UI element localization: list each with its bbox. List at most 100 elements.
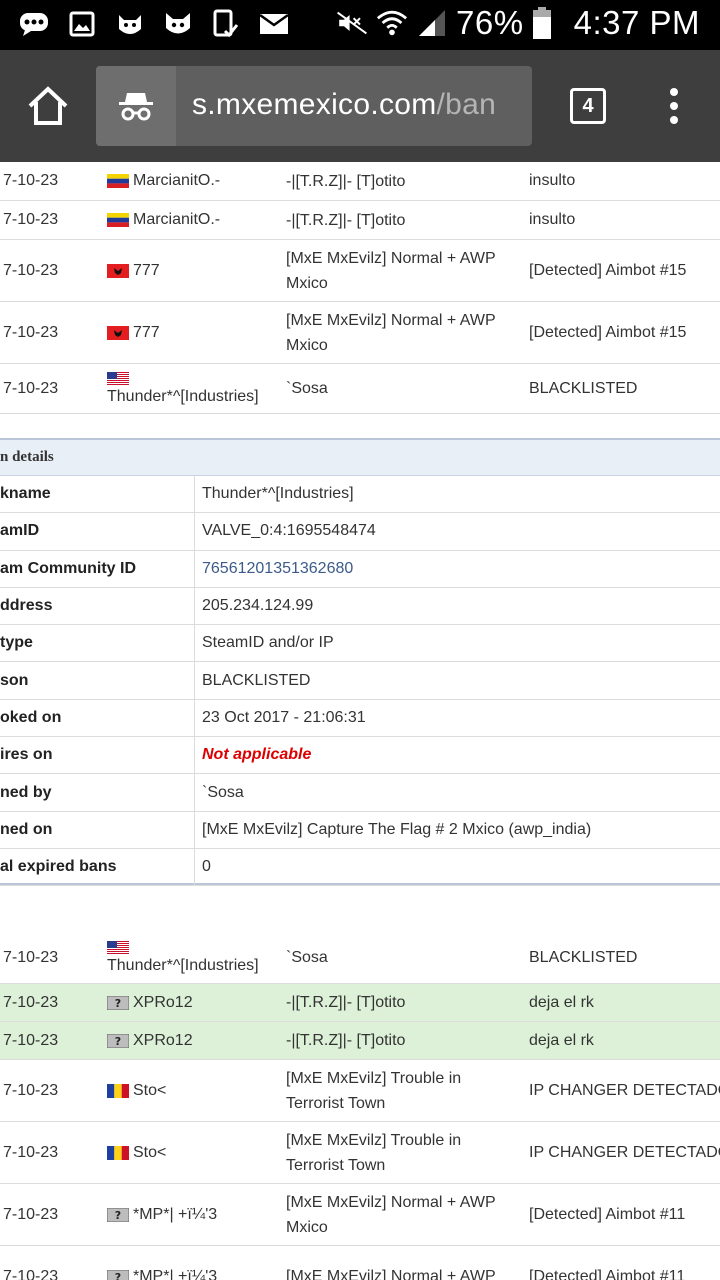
image-icon (66, 8, 98, 40)
player-cell[interactable]: Sto< (107, 1122, 166, 1183)
admin-server: [MxE MxEvilz] Normal + AWP Mxico (286, 249, 496, 292)
page-content: 7-10-23 MarcianitO.- -|[T.R.Z]|- [T]otito i… (0, 162, 720, 1280)
address-bar[interactable]: s.mxemexico.com/ban (96, 66, 532, 146)
admin-server: [MxE MxEvilz] Normal + AWP Mxico (286, 1193, 496, 1236)
cat-face-icon (114, 8, 146, 40)
home-icon (28, 86, 68, 125)
details-label: am Community ID (0, 550, 195, 587)
player-cell[interactable]: Sto< (107, 1060, 166, 1121)
details-value: Thunder*^[Industries] (202, 485, 354, 503)
ban-reason: [Detected] Aimbot #11 (529, 1205, 686, 1223)
cat-face-icon-2 (162, 8, 194, 40)
more-vert-icon (670, 88, 678, 96)
tablet-check-icon (210, 8, 242, 40)
venezuela-flag-icon (107, 174, 129, 188)
player-cell[interactable]: ? XPRo12 (107, 984, 193, 1021)
player-cell[interactable]: MarcianitO.- (107, 201, 220, 239)
ban-reason: deja el rk (529, 1031, 594, 1049)
table-row[interactable]: 7-10-23 MarcianitO.- -|[T.R.Z]|- [T]otito i… (0, 201, 720, 240)
player-cell[interactable]: Thunder*^[Industries] (107, 364, 259, 413)
home-button[interactable] (26, 84, 70, 128)
ban-date: 7-10-23 (3, 261, 59, 279)
table-row[interactable]: 7-10-23? *MP*| +ï¼'3 [MxE MxEvilz] Normal … (0, 1246, 720, 1280)
details-label: ned by (0, 774, 195, 811)
ban-reason: insulto (529, 211, 576, 228)
admin-server: `Sosa (286, 949, 328, 966)
unknown-flag-icon: ? (107, 1033, 129, 1048)
player-cell[interactable]: 777 (107, 302, 160, 363)
table-row[interactable]: 7-10-23 777 [MxE MxEvilz] Normal + AWP Mxi… (0, 240, 720, 302)
details-row: am Community ID 76561201351362680 (0, 550, 720, 588)
admin-server: -|[T.R.Z]|- [T]otito (286, 211, 406, 229)
player-name[interactable]: Thunder*^[Industries] (107, 957, 259, 975)
details-value: BLACKLISTED (202, 671, 311, 689)
unknown-flag-icon: ? (107, 1207, 129, 1222)
player-name[interactable]: 777 (133, 262, 160, 280)
community-id-link[interactable]: 76561201351362680 (195, 551, 353, 587)
ban-date: 7-10-23 (3, 172, 59, 189)
ban-reason: [Detected] Aimbot #11 (529, 1267, 686, 1280)
romania-flag-icon (107, 1145, 129, 1160)
ban-date: 7-10-23 (3, 1267, 59, 1280)
details-row: amID VALVE_0:4:1695548474 (0, 513, 720, 551)
table-row[interactable]: 7-10-23 Thunder*^[Industries] `Sosa BLACKLI… (0, 932, 720, 984)
table-row[interactable]: 7-10-23 Sto< [MxE MxEvilz] Trouble in Terr… (0, 1060, 720, 1122)
player-name[interactable]: *MP*| +ï¼'3 (133, 1268, 217, 1280)
details-table: kname Thunder*^[Industries] amID VALVE_0:4:… (0, 476, 720, 887)
ban-reason: BLACKLISTED (529, 379, 638, 397)
admin-server: -|[T.R.Z]|- [T]otito (286, 172, 406, 190)
player-name[interactable]: MarcianitO.- (133, 172, 220, 190)
ban-date: 7-10-23 (3, 1031, 59, 1049)
player-cell[interactable]: ? *MP*| +ï¼'3 (107, 1246, 217, 1280)
ban-date: 7-10-23 (3, 948, 59, 966)
details-value: 23 Oct 2017 - 21:06:31 (202, 708, 366, 726)
player-cell[interactable]: MarcianitO.- (107, 162, 220, 200)
svg-text:?: ? (115, 1209, 121, 1222)
table-row[interactable]: 7-10-23 Thunder*^[Industries] `Sosa BLACKLI… (0, 364, 720, 414)
details-row: ned on [MxE MxEvilz] Capture The Flag # 2… (0, 811, 720, 849)
details-value: Not applicable (202, 746, 312, 764)
mute-icon (336, 7, 368, 39)
player-name[interactable]: Sto< (133, 1144, 166, 1162)
player-name[interactable]: XPRo12 (133, 1032, 193, 1050)
svg-text:?: ? (115, 997, 121, 1010)
details-row: son BLACKLISTED (0, 662, 720, 700)
overflow-menu-button[interactable] (664, 88, 684, 124)
player-name[interactable]: 777 (133, 324, 160, 342)
player-name[interactable]: XPRo12 (133, 994, 193, 1012)
details-label: al expired bans (0, 848, 195, 886)
svg-text:?: ? (115, 1035, 121, 1048)
player-name[interactable]: Sto< (133, 1082, 166, 1100)
details-row: oked on 23 Oct 2017 - 21:06:31 (0, 699, 720, 738)
table-row[interactable]: 7-10-23 777 [MxE MxEvilz] Normal + AWP Mxi… (0, 302, 720, 364)
details-label: ned on (0, 811, 195, 848)
ban-date: 7-10-23 (3, 1143, 59, 1161)
player-name[interactable]: *MP*| +ï¼'3 (133, 1206, 217, 1224)
details-header: n details (0, 440, 720, 476)
table-row[interactable]: 7-10-23? *MP*| +ï¼'3 [MxE MxEvilz] Normal … (0, 1184, 720, 1246)
details-label: ddress (0, 587, 195, 625)
ban-reason: IP CHANGER DETECTADO (529, 1143, 720, 1161)
table-row[interactable]: 7-10-23? XPRo12 -|[T.R.Z]|- [T]otito deja e… (0, 1022, 720, 1060)
player-cell[interactable]: ? *MP*| +ï¼'3 (107, 1184, 217, 1245)
player-cell[interactable]: ? XPRo12 (107, 1022, 193, 1059)
ban-date: 7-10-23 (3, 1081, 59, 1099)
table-row[interactable]: 7-10-23 MarcianitO.- -|[T.R.Z]|- [T]otito i… (0, 162, 720, 201)
ban-reason: IP CHANGER DETECTADO (529, 1081, 720, 1099)
player-cell[interactable]: 777 (107, 240, 160, 301)
details-value: SteamID and/or IP (202, 634, 334, 652)
svg-text:?: ? (115, 1271, 121, 1280)
table-row[interactable]: 7-10-23 Sto< [MxE MxEvilz] Trouble in Terr… (0, 1122, 720, 1184)
table-row[interactable]: 7-10-23? XPRo12 -|[T.R.Z]|- [T]otito deja e… (0, 984, 720, 1022)
details-label: kname (0, 476, 195, 513)
url-text: s.mxemexico.com/ban (192, 88, 496, 122)
details-value: 205.234.124.99 (202, 597, 314, 615)
tab-switcher-button[interactable]: 4 (570, 88, 606, 124)
player-name[interactable]: Thunder*^[Industries] (107, 388, 259, 406)
admin-server: `Sosa (286, 380, 328, 397)
ban-reason: [Detected] Aimbot #15 (529, 323, 687, 341)
url-host: s.mxemexico.com (192, 88, 437, 121)
player-cell[interactable]: Thunder*^[Industries] (107, 932, 259, 983)
romania-flag-icon (107, 1083, 129, 1098)
player-name[interactable]: MarcianitO.- (133, 211, 220, 229)
